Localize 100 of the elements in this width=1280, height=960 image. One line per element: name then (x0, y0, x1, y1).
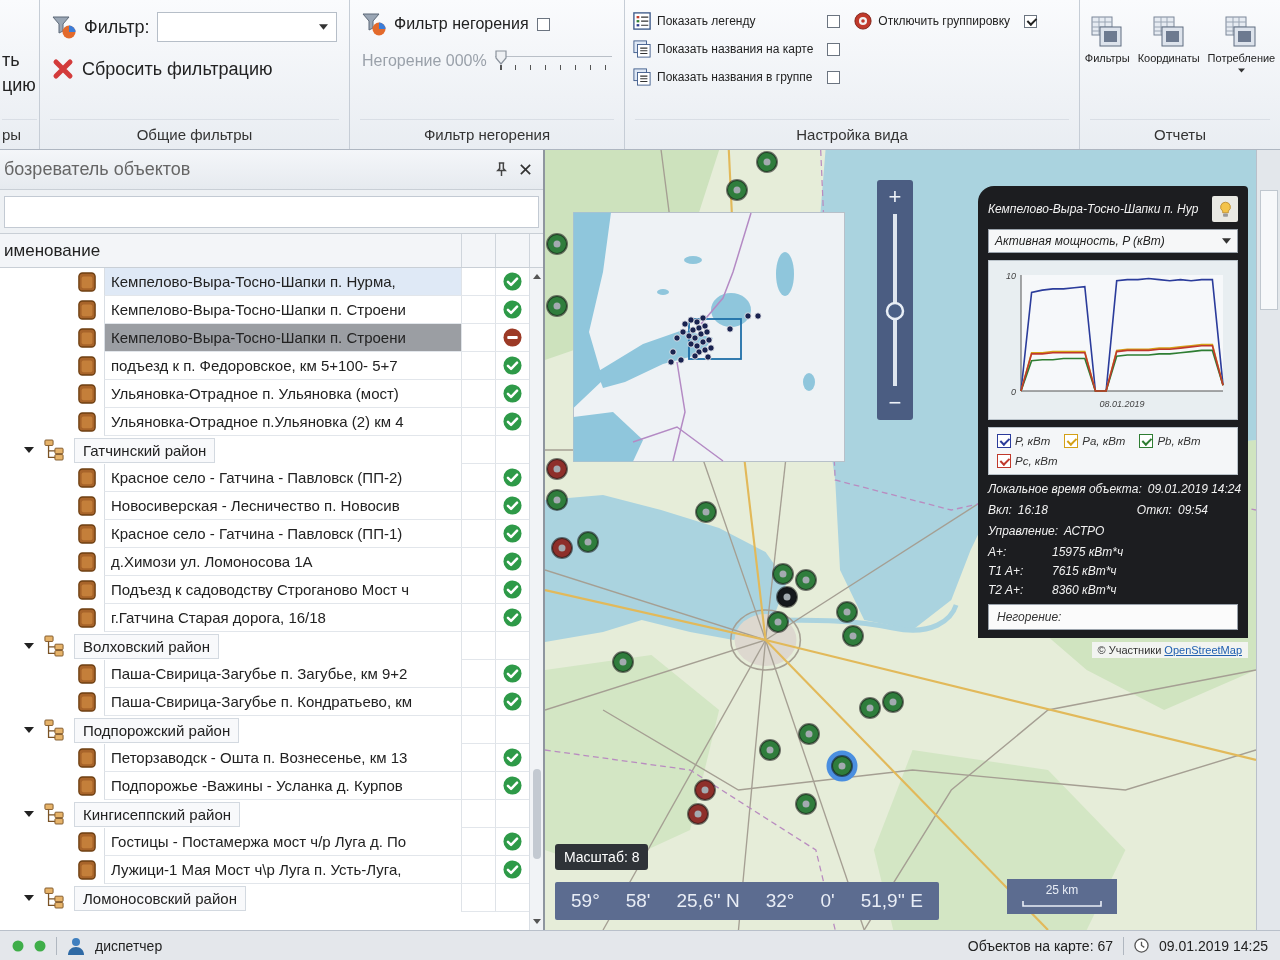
user-icon (67, 936, 85, 955)
tree-item[interactable]: Красное село - Гатчина - Павловск (ПП-2) (104, 464, 461, 492)
info-value: 8360 кВт*ч (1052, 583, 1118, 597)
tile-icon (78, 384, 96, 404)
tree-item[interactable]: Петорзаводск - Ошта п. Вознесенье, км 13 (104, 744, 461, 772)
report-button[interactable]: Потребление (1204, 14, 1279, 75)
tree-group[interactable]: Подпорожский район (74, 717, 240, 743)
checkbox[interactable] (997, 434, 1011, 448)
tile-icon (78, 356, 96, 376)
coordinate-value: 25,6'' N (676, 890, 740, 912)
outage-field[interactable]: Негорение: (988, 604, 1238, 630)
search-field[interactable] (4, 196, 539, 228)
bulb-icon (1218, 200, 1232, 218)
option-label: Показать названия на карте (657, 42, 814, 56)
tree-item[interactable]: Новосиверская - Лесничество п. Новосив (104, 492, 461, 520)
tree-item[interactable]: Лужици-1 Мая Мост ч\р Луга п. Усть-Луга, (104, 856, 461, 884)
tile-icon (78, 272, 96, 292)
tree-item[interactable]: Кемпелово-Выра-Тосно-Шапки п. Нурма, (104, 268, 461, 296)
caret-down-icon (1222, 238, 1231, 244)
checkbox[interactable] (1064, 434, 1079, 448)
windows-icon (633, 68, 651, 86)
caret-down-icon[interactable] (24, 895, 34, 901)
parameter-dropdown[interactable]: Активная мощность, P (кВт) (988, 229, 1238, 253)
tree-item[interactable]: Гостицы - Постамержа мост ч/р Луга д. По (104, 828, 461, 856)
checkbox[interactable] (827, 70, 841, 84)
caret-down-icon[interactable] (532, 919, 541, 924)
caret-up-icon[interactable] (532, 274, 541, 279)
report-button[interactable]: Координаты (1134, 14, 1203, 66)
caret-down-icon (319, 24, 328, 30)
caret-down-icon[interactable] (24, 447, 34, 453)
tree-item[interactable]: д.Химози ул. Ломоносова 1А (104, 548, 461, 576)
tile-icon (78, 524, 96, 544)
coordinate-value: 51,9'' E (860, 890, 923, 912)
attribution-text: © Участники OpenStreetMap (1091, 642, 1248, 658)
hierarchy-icon (44, 887, 64, 909)
checkbox[interactable] (1024, 14, 1038, 28)
hierarchy-icon (44, 803, 64, 825)
hierarchy-icon (44, 439, 64, 461)
table-cell (461, 800, 495, 828)
report-button[interactable]: Фильтры (1081, 14, 1133, 66)
tile-icon (78, 496, 96, 516)
tree-group[interactable]: Кингисеппский район (74, 801, 240, 827)
tree-item[interactable]: Подъезд к садоводству Строганово Мост ч (104, 576, 461, 604)
tile-icon (78, 468, 96, 488)
tree-item[interactable]: Паша-Свирица-Загубье п. Кондратьево, км (104, 688, 461, 716)
info-label: Управление: (988, 524, 1059, 538)
cut-label: цию (2, 75, 37, 96)
tile-icon (78, 300, 96, 320)
tile-icon (78, 664, 96, 684)
caret-down-icon[interactable] (24, 727, 34, 733)
map-marker-icon[interactable] (825, 750, 858, 782)
zoom-out-button[interactable]: − (880, 390, 910, 416)
tree-item[interactable]: Паша-Свирица-Загубье п. Загубье, км 9+2 (104, 660, 461, 688)
checkbox[interactable] (1139, 434, 1154, 448)
group-caption: Отчеты (1154, 126, 1206, 143)
tree-item[interactable]: Подпорожье -Важины - Усланка д. Курпов (104, 772, 461, 800)
option-label: Показать легенду (657, 14, 756, 28)
info-value: 16:18 (1017, 503, 1048, 517)
checkbox-label: Фильтр негорения (394, 15, 529, 33)
info-label: T1 A+: (988, 564, 1025, 578)
legend-label: Pc, кВт (1015, 455, 1058, 467)
tree-item[interactable]: Красное село - Гатчина - Павловск (ПП-1) (104, 520, 461, 548)
tile-icon (78, 552, 96, 572)
tree-item[interactable]: Кемпелово-Выра-Тосно-Шапки п. Строени (104, 324, 461, 352)
attribution-link[interactable]: OpenStreetMap (1164, 644, 1242, 656)
info-label: Вкл: (988, 503, 1012, 517)
windows-icon (633, 40, 651, 58)
coordinate-value: 0' (820, 890, 835, 912)
caret-down-icon[interactable] (24, 811, 34, 817)
scrollbar-thumb[interactable] (532, 769, 541, 859)
scrollbar[interactable] (529, 268, 543, 930)
tile-icon (78, 608, 96, 628)
checkbox[interactable] (997, 454, 1011, 468)
zoom-slider-thumb[interactable] (885, 300, 905, 321)
tree-group[interactable]: Гатчинский район (74, 437, 216, 463)
clock-icon (1134, 938, 1149, 953)
info-value: 7615 кВт*ч (1052, 564, 1118, 578)
table-icon (1091, 16, 1124, 48)
tile-icon (78, 412, 96, 432)
option-label: Отключить группировку (878, 14, 1011, 28)
hierarchy-icon (44, 719, 64, 741)
checkbox[interactable] (827, 14, 841, 28)
tree-group[interactable]: Волховский район (74, 633, 219, 659)
coordinate-value: 32° (765, 890, 795, 912)
caret-down-icon[interactable] (24, 643, 34, 649)
group-caption: ры (2, 126, 22, 143)
tree-item[interactable]: Ульяновка-Отрадное п.Ульяновка (2) км 4 (104, 408, 461, 436)
tree-item[interactable]: подъезд к п. Федоровское, км 5+100- 5+7 (104, 352, 461, 380)
reset-filter-button[interactable]: Сбросить фильтрацию (52, 56, 273, 82)
zoom-in-button[interactable]: + (880, 184, 910, 210)
filter-icon (52, 15, 76, 39)
cross-icon (52, 58, 74, 80)
tree-item[interactable]: Ульяновка-Отрадное п. Ульяновка (мост) (104, 380, 461, 408)
list-icon (633, 12, 651, 30)
tree-group[interactable]: Ломоносовский район (74, 885, 246, 911)
info-label: T2 A+: (988, 583, 1025, 597)
checkbox[interactable] (536, 17, 550, 31)
tile-icon (78, 776, 96, 796)
checkbox[interactable] (827, 42, 841, 56)
tree-item[interactable]: г.Гатчина Старая дорога, 16/18 (104, 604, 461, 632)
